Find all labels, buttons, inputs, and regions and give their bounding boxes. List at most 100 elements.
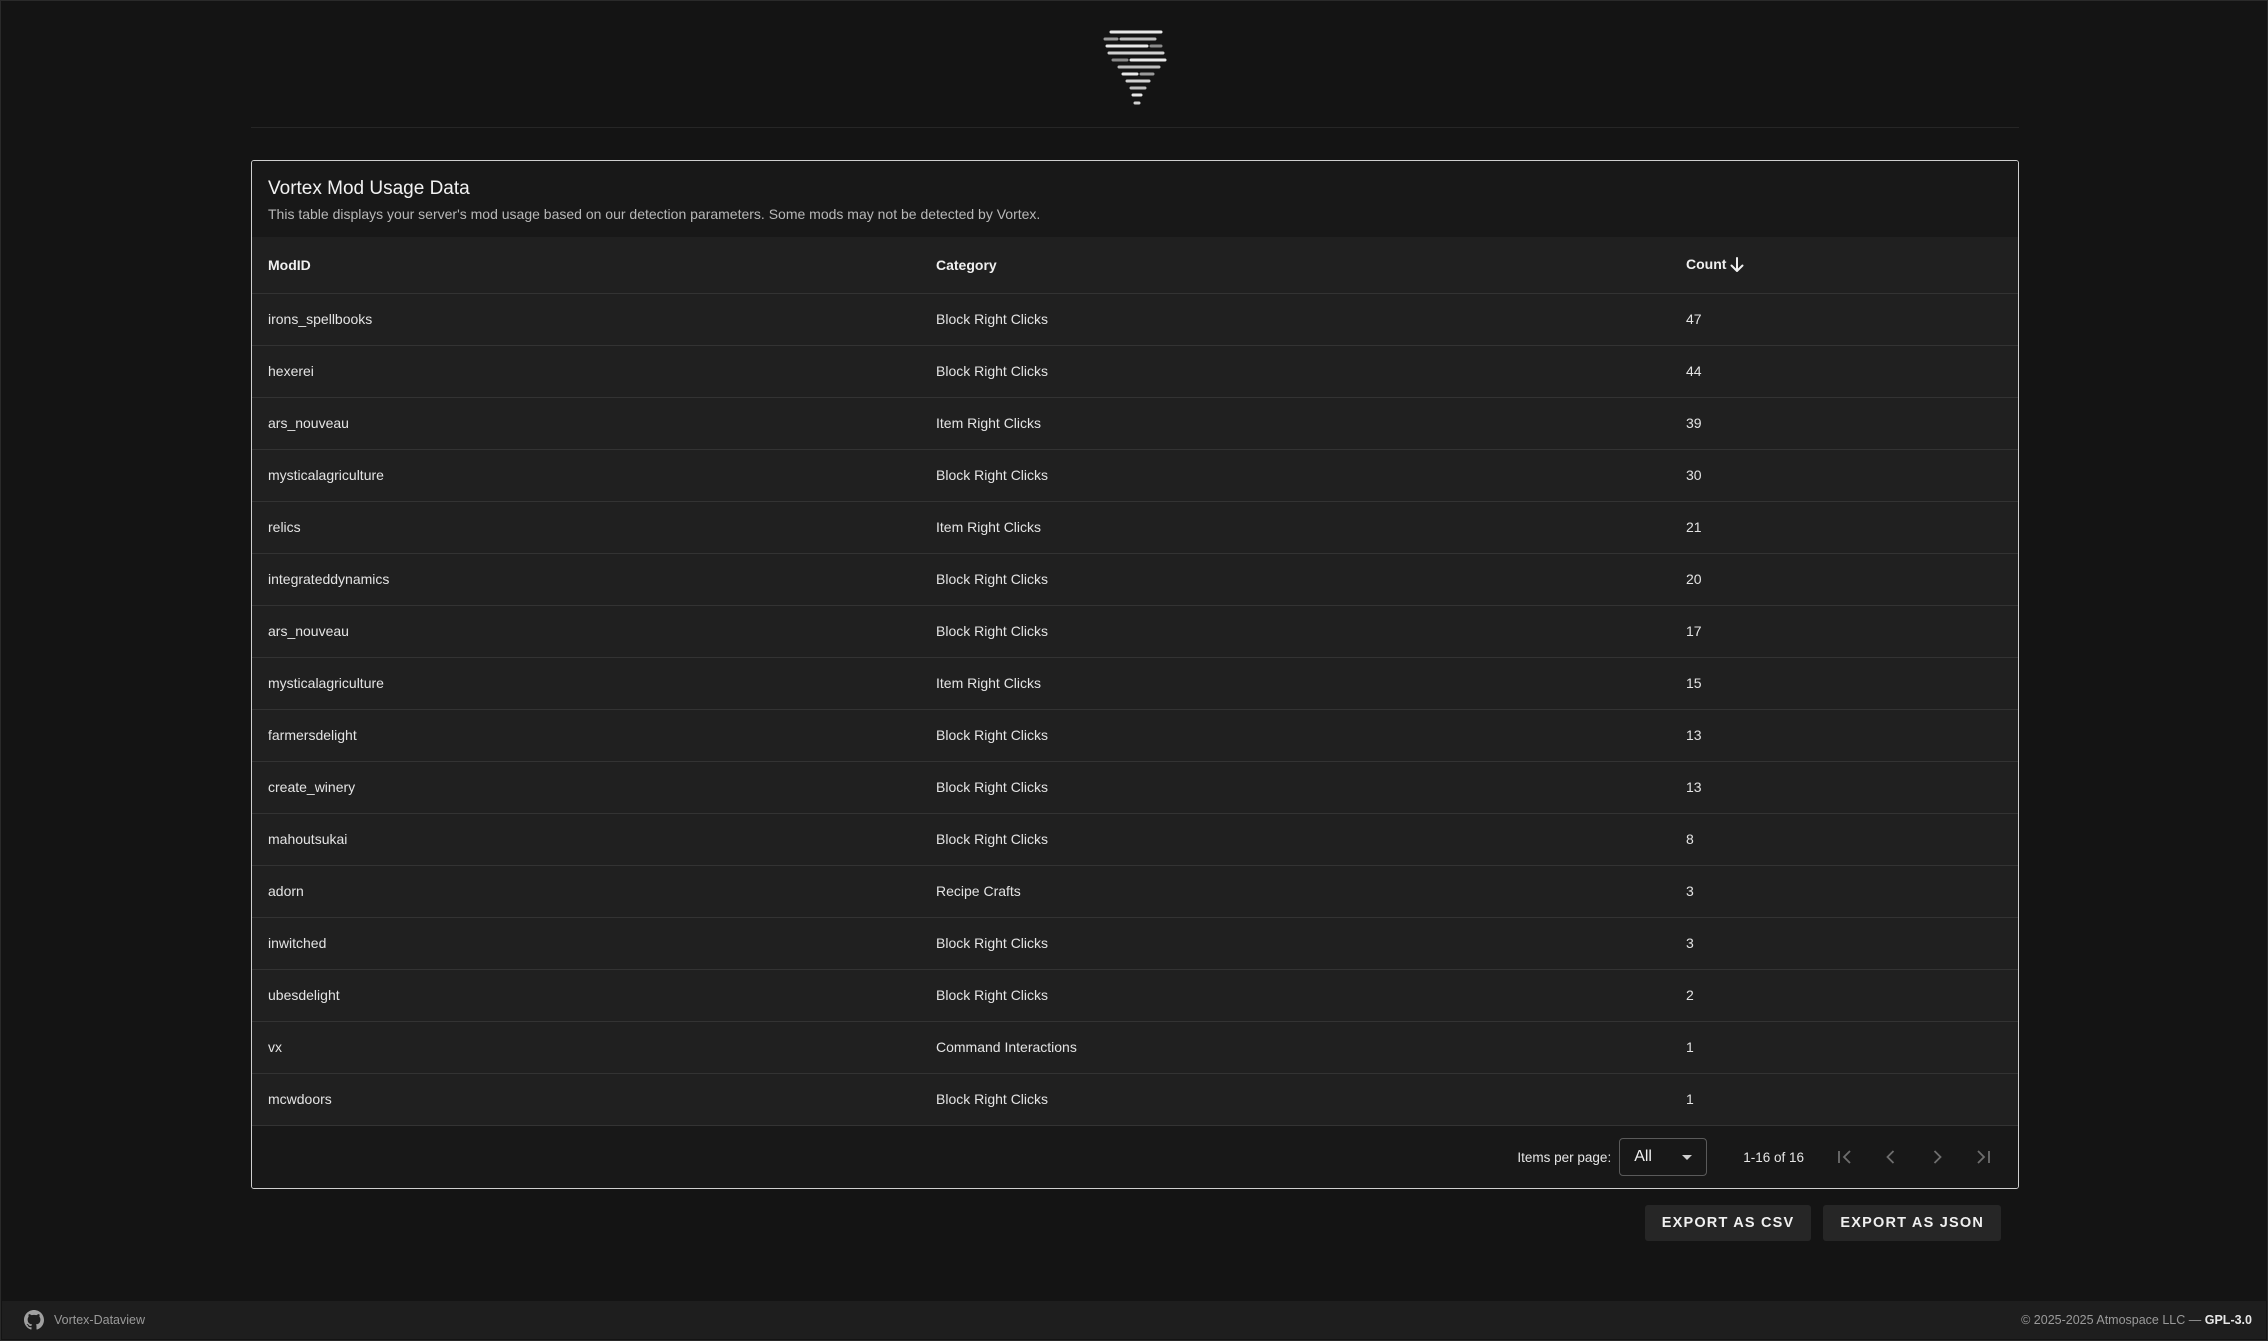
table-row: hexerei Block Right Clicks 44	[252, 345, 2018, 398]
table-row: adorn Recipe Crafts 3	[252, 865, 2018, 918]
table-row: mysticalagriculture Block Right Clicks 30	[252, 449, 2018, 502]
cell-count: 3	[1670, 917, 2018, 970]
table-header-row: ModID Category Count	[252, 237, 2018, 294]
cell-modid: create_winery	[252, 761, 920, 814]
table-row: mahoutsukai Block Right Clicks 8	[252, 813, 2018, 866]
cell-category: Block Right Clicks	[920, 293, 1670, 346]
cell-category: Recipe Crafts	[920, 865, 1670, 918]
card-header: Vortex Mod Usage Data This table display…	[252, 161, 2018, 237]
card-subtitle: This table displays your server's mod us…	[268, 206, 1041, 222]
table-row: inwitched Block Right Clicks 3	[252, 917, 2018, 970]
table-row: ubesdelight Block Right Clicks 2	[252, 969, 2018, 1022]
cell-modid: relics	[252, 501, 920, 554]
items-per-page-label: Items per page:	[1517, 1149, 1612, 1165]
cell-category: Block Right Clicks	[920, 553, 1670, 606]
github-icon	[24, 1310, 44, 1330]
mod-usage-table: ModID Category Count irons_spellbooks Blo…	[252, 237, 2018, 1126]
export-csv-button[interactable]: EXPORT AS CSV	[1644, 1205, 1812, 1241]
cell-modid: ars_nouveau	[252, 605, 920, 658]
pagination-bar: Items per page: All 1-16 of 16	[252, 1126, 2018, 1188]
cell-count: 39	[1670, 397, 2018, 450]
next-page-icon	[1933, 1150, 1942, 1164]
cell-modid: irons_spellbooks	[252, 293, 920, 346]
last-page-icon	[1977, 1150, 1990, 1164]
mod-usage-card: Vortex Mod Usage Data This table display…	[251, 160, 2019, 1189]
footer-repo-name: Vortex-Dataview	[54, 1313, 146, 1327]
cell-category: Block Right Clicks	[920, 605, 1670, 658]
cell-modid: mcwdoors	[252, 1073, 920, 1126]
cell-modid: ars_nouveau	[252, 397, 920, 450]
footer: Vortex-Dataview © 2025-2025 Atmospace LL…	[2, 1301, 2266, 1339]
cell-category: Block Right Clicks	[920, 449, 1670, 502]
card-title: Vortex Mod Usage Data	[268, 178, 470, 199]
cell-category: Block Right Clicks	[920, 917, 1670, 970]
cell-category: Command Interactions	[920, 1021, 1670, 1074]
cell-modid: farmersdelight	[252, 709, 920, 762]
table-row: farmersdelight Block Right Clicks 13	[252, 709, 2018, 762]
footer-repo-link[interactable]: Vortex-Dataview	[24, 1310, 145, 1330]
cell-count: 3	[1670, 865, 2018, 918]
cell-modid: mysticalagriculture	[252, 449, 920, 502]
vortex-logo-icon	[1103, 30, 1167, 105]
cell-category: Block Right Clicks	[920, 709, 1670, 762]
table-row: ars_nouveau Block Right Clicks 17	[252, 605, 2018, 658]
arrow-down-icon[interactable]	[1730, 257, 1744, 273]
table-row: integrateddynamics Block Right Clicks 20	[252, 553, 2018, 606]
table-row: create_winery Block Right Clicks 13	[252, 761, 2018, 814]
cell-category: Block Right Clicks	[920, 1073, 1670, 1126]
cell-count: 17	[1670, 605, 2018, 658]
caret-down-icon	[1682, 1154, 1693, 1160]
cell-category: Block Right Clicks	[920, 761, 1670, 814]
license-link[interactable]: GPL-3.0	[2205, 1313, 2252, 1327]
cell-modid: integrateddynamics	[252, 553, 920, 606]
prev-page-button[interactable]	[1868, 1134, 1914, 1180]
page-range: 1-16 of 16	[1743, 1149, 1804, 1165]
cell-count: 20	[1670, 553, 2018, 606]
cell-modid: vx	[252, 1021, 920, 1074]
first-page-icon	[1838, 1150, 1851, 1164]
cell-category: Block Right Clicks	[920, 969, 1670, 1022]
next-page-button[interactable]	[1914, 1134, 1960, 1180]
header-divider	[251, 127, 2019, 128]
cell-count: 1	[1670, 1073, 2018, 1126]
copyright-text: © 2025-2025 Atmospace LLC —	[2021, 1313, 2202, 1327]
cell-category: Block Right Clicks	[920, 813, 1670, 866]
cell-category: Item Right Clicks	[920, 501, 1670, 554]
table-row: mysticalagriculture Item Right Clicks 15	[252, 657, 2018, 710]
first-page-button[interactable]	[1822, 1134, 1868, 1180]
items-per-page-select[interactable]: All	[1619, 1138, 1708, 1176]
column-header-modid[interactable]: ModID	[252, 237, 920, 294]
column-header-category[interactable]: Category	[920, 237, 1670, 294]
cell-count: 30	[1670, 449, 2018, 502]
cell-count: 1	[1670, 1021, 2018, 1074]
export-json-button[interactable]: EXPORT AS JSON	[1823, 1205, 2001, 1241]
table-row: vx Command Interactions 1	[252, 1021, 2018, 1074]
cell-modid: mysticalagriculture	[252, 657, 920, 710]
cell-modid: hexerei	[252, 345, 920, 398]
cell-count: 2	[1670, 969, 2018, 1022]
table-row: irons_spellbooks Block Right Clicks 47	[252, 293, 2018, 346]
cell-modid: ubesdelight	[252, 969, 920, 1022]
table-row: mcwdoors Block Right Clicks 1	[252, 1073, 2018, 1126]
column-header-count[interactable]: Count	[1670, 237, 2018, 294]
cell-category: Block Right Clicks	[920, 345, 1670, 398]
cell-count: 8	[1670, 813, 2018, 866]
cell-modid: adorn	[252, 865, 920, 918]
prev-page-icon	[1886, 1150, 1895, 1164]
last-page-button[interactable]	[1960, 1134, 2006, 1180]
table-row: ars_nouveau Item Right Clicks 39	[252, 397, 2018, 450]
export-actions: EXPORT AS CSV EXPORT AS JSON	[1644, 1205, 2001, 1241]
table-row: relics Item Right Clicks 21	[252, 501, 2018, 554]
cell-count: 44	[1670, 345, 2018, 398]
items-per-page-value: All	[1634, 1148, 1652, 1165]
cell-count: 15	[1670, 657, 2018, 710]
cell-count: 13	[1670, 709, 2018, 762]
cell-count: 21	[1670, 501, 2018, 554]
cell-category: Item Right Clicks	[920, 397, 1670, 450]
cell-count: 47	[1670, 293, 2018, 346]
footer-copyright: © 2025-2025 Atmospace LLC — GPL-3.0	[2021, 1313, 2252, 1327]
page: Vortex Mod Usage Data This table display…	[0, 0, 2268, 1341]
cell-modid: mahoutsukai	[252, 813, 920, 866]
cell-modid: inwitched	[252, 917, 920, 970]
cell-count: 13	[1670, 761, 2018, 814]
